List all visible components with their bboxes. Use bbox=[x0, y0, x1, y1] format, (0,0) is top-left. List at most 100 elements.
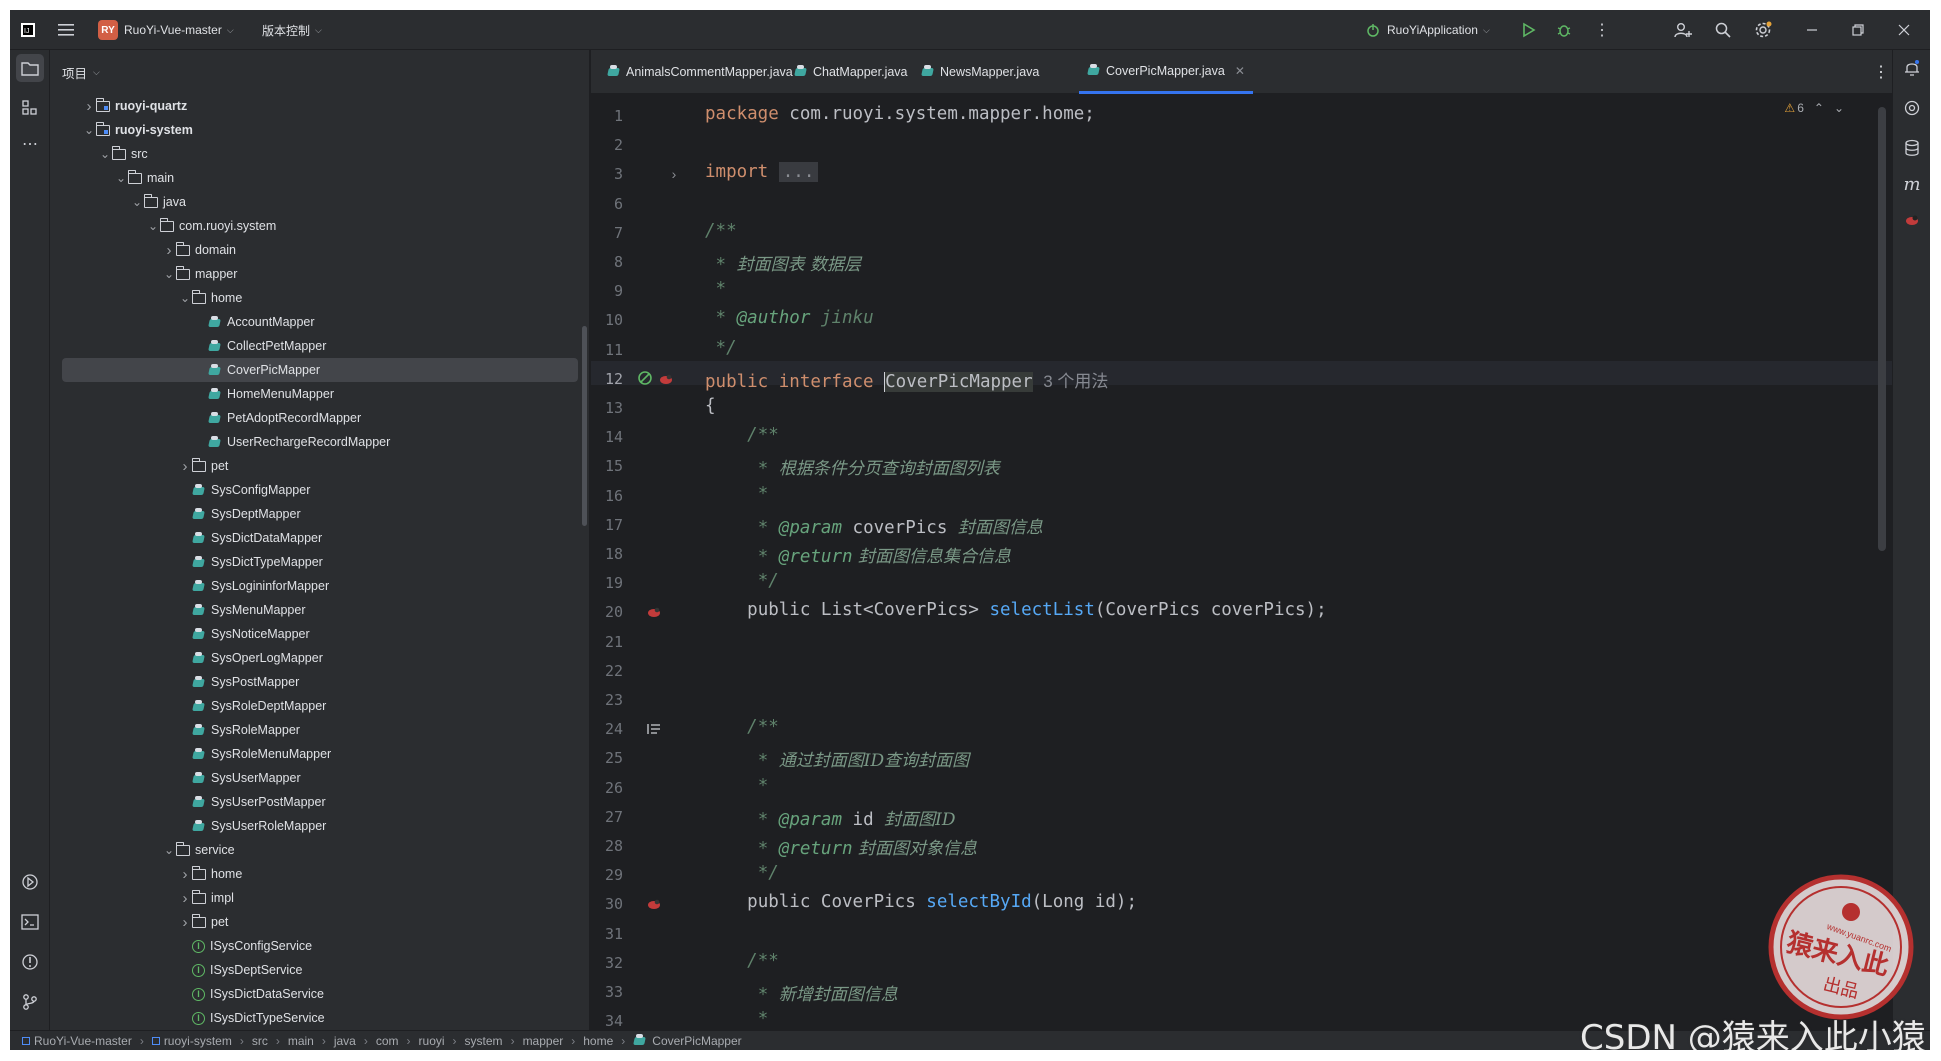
breadcrumb-item[interactable]: java bbox=[334, 1034, 356, 1048]
add-user-icon[interactable] bbox=[1674, 10, 1692, 50]
tree-item[interactable]: SysMenuMapper bbox=[50, 598, 590, 622]
tree-item[interactable]: PetAdoptRecordMapper bbox=[50, 406, 590, 430]
tree-item[interactable]: ⌄ java bbox=[50, 190, 590, 214]
mybatis-bird-icon[interactable] bbox=[657, 372, 675, 386]
tab-news-mapper[interactable]: NewsMapper.java bbox=[913, 50, 1047, 93]
chevron-down-icon[interactable]: ⌄ bbox=[178, 291, 192, 305]
database-icon[interactable] bbox=[1898, 134, 1926, 162]
git-tool-icon[interactable] bbox=[16, 988, 44, 1016]
tree-item[interactable]: ⌄ com.ruoyi.system bbox=[50, 214, 590, 238]
project-switcher[interactable]: RY RuoYi-Vue-master ⌵ bbox=[98, 10, 234, 50]
javadoc-render-icon[interactable] bbox=[645, 722, 663, 736]
chevron-right-icon[interactable]: › bbox=[162, 242, 176, 259]
tree-item[interactable]: ⌄ home bbox=[50, 286, 590, 310]
tree-item[interactable]: SysOperLogMapper bbox=[50, 646, 590, 670]
close-tab-icon[interactable]: ✕ bbox=[1235, 64, 1245, 78]
breadcrumb-item[interactable]: mapper bbox=[523, 1034, 564, 1048]
tree-item[interactable]: ⌄ main bbox=[50, 166, 590, 190]
chevron-right-icon[interactable]: › bbox=[178, 890, 192, 907]
chevron-up-icon[interactable]: ⌃ bbox=[1814, 101, 1824, 115]
tree-item[interactable]: HomeMenuMapper bbox=[50, 382, 590, 406]
tree-item[interactable]: › pet bbox=[50, 910, 590, 934]
tree-item[interactable]: SysDictDataMapper bbox=[50, 526, 590, 550]
tree-item[interactable]: SysUserRoleMapper bbox=[50, 814, 590, 838]
project-tool-icon[interactable] bbox=[16, 54, 44, 82]
code-editor[interactable]: ⚠ 6 ⌃ ⌄ 1 2 3 6 7 8 9 10 11 12 13 14 15 16 17 18 19 20 21 2… bbox=[591, 95, 1892, 1030]
main-menu-icon[interactable] bbox=[58, 10, 74, 50]
tree-item[interactable]: I ISysConfigService bbox=[50, 934, 590, 958]
structure-tool-icon[interactable] bbox=[16, 94, 44, 122]
terminal-tool-icon[interactable] bbox=[16, 908, 44, 936]
breadcrumb-item[interactable]: main bbox=[288, 1034, 314, 1048]
tab-chat-mapper[interactable]: ChatMapper.java bbox=[786, 50, 916, 93]
chevron-right-icon[interactable]: › bbox=[178, 866, 192, 883]
more-tools-icon[interactable]: ⋯ bbox=[16, 130, 44, 158]
mybatis-bird-icon[interactable] bbox=[645, 897, 663, 911]
chevron-down-icon[interactable]: ⌄ bbox=[162, 267, 176, 281]
ide-logo-icon[interactable]: IJ bbox=[20, 10, 36, 50]
tree-item[interactable]: UserRechargeRecordMapper bbox=[50, 430, 590, 454]
services-tool-icon[interactable] bbox=[16, 868, 44, 896]
chevron-right-icon[interactable]: › bbox=[178, 458, 192, 475]
implemented-icon[interactable] bbox=[637, 370, 655, 386]
project-panel-header[interactable]: 项目 ⌵ bbox=[50, 50, 589, 94]
chevron-right-icon[interactable]: › bbox=[178, 914, 192, 931]
more-actions-icon[interactable]: ⋮ bbox=[1594, 10, 1610, 50]
fold-expand-icon[interactable]: › bbox=[665, 166, 683, 182]
tree-item[interactable]: I ISysDictDataService bbox=[50, 982, 590, 1006]
tree-item[interactable]: CollectPetMapper bbox=[50, 334, 590, 358]
search-icon[interactable] bbox=[1715, 10, 1731, 50]
tree-item[interactable]: SysUserMapper bbox=[50, 766, 590, 790]
run-icon[interactable] bbox=[1522, 10, 1536, 50]
tree-item[interactable]: AccountMapper bbox=[50, 310, 590, 334]
tree-item[interactable]: SysRoleMapper bbox=[50, 718, 590, 742]
tree-item[interactable]: SysDictTypeMapper bbox=[50, 550, 590, 574]
settings-gear-icon[interactable] bbox=[1754, 10, 1772, 50]
breadcrumb-item[interactable]: src bbox=[252, 1034, 268, 1048]
tree-item[interactable]: › impl bbox=[50, 886, 590, 910]
breadcrumb-item[interactable]: com bbox=[376, 1034, 399, 1048]
usages-hint[interactable]: 3 个用法 bbox=[1043, 372, 1108, 391]
tree-item[interactable]: › pet bbox=[50, 454, 590, 478]
tree-item[interactable]: ⌄ mapper bbox=[50, 262, 590, 286]
tree-item[interactable]: SysUserPostMapper bbox=[50, 790, 590, 814]
import-fold-placeholder[interactable]: ... bbox=[778, 162, 819, 183]
breadcrumb-item[interactable]: ruoyi bbox=[419, 1034, 445, 1048]
tree-item[interactable]: › ruoyi-quartz bbox=[50, 94, 590, 118]
inspection-widget[interactable]: ⚠ 6 ⌃ ⌄ bbox=[1784, 101, 1844, 115]
tab-animals-comment-mapper[interactable]: AnimalsCommentMapper.java bbox=[599, 50, 801, 93]
tree-item[interactable]: SysDeptMapper bbox=[50, 502, 590, 526]
breadcrumb-item[interactable]: CoverPicMapper bbox=[652, 1034, 741, 1048]
notifications-icon[interactable] bbox=[1898, 54, 1926, 82]
problems-tool-icon[interactable] bbox=[16, 948, 44, 976]
chevron-down-icon[interactable]: ⌄ bbox=[98, 147, 112, 161]
tree-item[interactable]: ⌄ ruoyi-system bbox=[50, 118, 590, 142]
tree-item[interactable]: SysNoticeMapper bbox=[50, 622, 590, 646]
tree-item[interactable]: SysRoleMenuMapper bbox=[50, 742, 590, 766]
tree-scrollbar[interactable] bbox=[582, 326, 587, 526]
tab-cover-pic-mapper[interactable]: CoverPicMapper.java ✕ bbox=[1079, 50, 1253, 94]
tree-item[interactable]: I ISysDeptService bbox=[50, 958, 590, 982]
debug-icon[interactable] bbox=[1556, 10, 1572, 50]
tree-item[interactable]: ⌄ src bbox=[50, 142, 590, 166]
tree-item[interactable]: › domain bbox=[50, 238, 590, 262]
minimize-icon[interactable] bbox=[1806, 10, 1818, 50]
tree-item[interactable]: I ISysDictTypeService bbox=[50, 1006, 590, 1030]
chevron-down-icon[interactable]: ⌄ bbox=[130, 195, 144, 209]
tree-item[interactable]: › home bbox=[50, 862, 590, 886]
mybatis-bird-icon[interactable] bbox=[645, 605, 663, 619]
tree-item[interactable]: CoverPicMapper bbox=[62, 358, 578, 382]
chevron-down-icon[interactable]: ⌄ bbox=[162, 843, 176, 857]
run-config-selector[interactable]: RuoYiApplication ⌵ bbox=[1365, 10, 1490, 50]
breadcrumb-item[interactable]: home bbox=[583, 1034, 613, 1048]
breadcrumb-item[interactable]: ruoyi-system bbox=[164, 1034, 232, 1048]
tree-item[interactable]: SysConfigMapper bbox=[50, 478, 590, 502]
vcs-menu[interactable]: 版本控制 ⌵ bbox=[262, 10, 322, 50]
tree-item[interactable]: ⌄ service bbox=[50, 838, 590, 862]
close-window-icon[interactable] bbox=[1898, 10, 1910, 50]
chevron-down-icon[interactable]: ⌄ bbox=[1834, 101, 1844, 115]
breadcrumb-item[interactable]: RuoYi-Vue-master bbox=[34, 1034, 132, 1048]
chevron-down-icon[interactable]: ⌄ bbox=[146, 219, 160, 233]
chevron-right-icon[interactable]: › bbox=[82, 98, 96, 115]
chevron-down-icon[interactable]: ⌄ bbox=[82, 123, 96, 137]
